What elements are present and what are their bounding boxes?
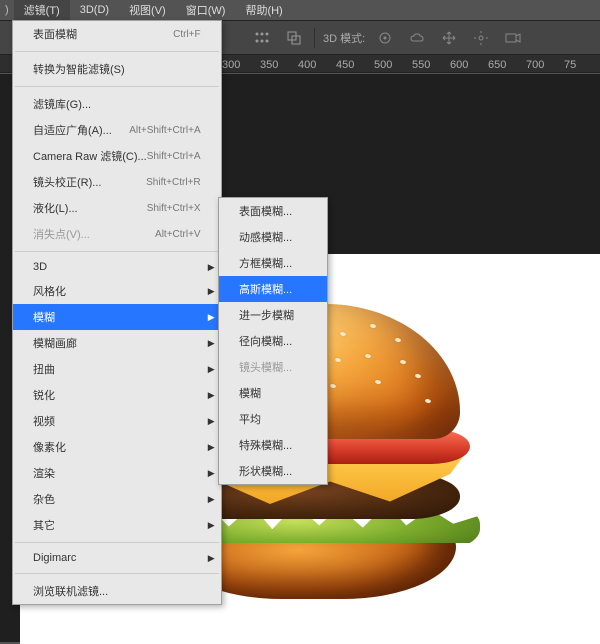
menu-liquify[interactable]: 液化(L)...Shift+Ctrl+X bbox=[13, 195, 221, 221]
menu-noise-sub[interactable]: 杂色▶ bbox=[13, 486, 221, 512]
submenu-gaussian-blur[interactable]: 高斯模糊... bbox=[219, 276, 327, 302]
menu-last-filter[interactable]: 表面模糊Ctrl+F bbox=[13, 21, 221, 47]
menu-sharpen-sub[interactable]: 锐化▶ bbox=[13, 382, 221, 408]
menu-distort-sub[interactable]: 扭曲▶ bbox=[13, 356, 221, 382]
scale-icon[interactable] bbox=[469, 26, 493, 50]
menu-vanishing-point[interactable]: 消失点(V)...Alt+Ctrl+V bbox=[13, 221, 221, 247]
cloud-icon[interactable] bbox=[405, 26, 429, 50]
submenu-surface-blur[interactable]: 表面模糊... bbox=[219, 198, 327, 224]
overlap-icon[interactable] bbox=[282, 26, 306, 50]
submenu-box-blur[interactable]: 方框模糊... bbox=[219, 250, 327, 276]
menu-other-sub[interactable]: 其它▶ bbox=[13, 512, 221, 538]
menu-lens-correction[interactable]: 镜头校正(R)...Shift+Ctrl+R bbox=[13, 169, 221, 195]
menu-blur-gallery-sub[interactable]: 模糊画廊▶ bbox=[13, 330, 221, 356]
menu-bar: ) 滤镜(T) 3D(D) 视图(V) 窗口(W) 帮助(H) bbox=[0, 0, 600, 20]
dots-icon[interactable] bbox=[250, 26, 274, 50]
menu-video-sub[interactable]: 视频▶ bbox=[13, 408, 221, 434]
submenu-shape-blur[interactable]: 形状模糊... bbox=[219, 458, 327, 484]
menu-blur-sub[interactable]: 模糊▶ bbox=[13, 304, 221, 330]
filter-menu: 表面模糊Ctrl+F 转换为智能滤镜(S) 滤镜库(G)... 自适应广角(A)… bbox=[12, 20, 222, 605]
menu-stylize-sub[interactable]: 风格化▶ bbox=[13, 278, 221, 304]
blur-submenu: 表面模糊... 动感模糊... 方框模糊... 高斯模糊... 进一步模糊 径向… bbox=[218, 197, 328, 485]
menu-digimarc-sub[interactable]: Digimarc▶ bbox=[13, 547, 221, 569]
mode-label: 3D 模式: bbox=[323, 30, 365, 46]
menu-adaptive-wide[interactable]: 自适应广角(A)...Alt+Shift+Ctrl+A bbox=[13, 117, 221, 143]
menu-filter-gallery[interactable]: 滤镜库(G)... bbox=[13, 91, 221, 117]
menu-view[interactable]: 视图(V) bbox=[119, 0, 176, 20]
menu-pixelate-sub[interactable]: 像素化▶ bbox=[13, 434, 221, 460]
move-icon[interactable] bbox=[437, 26, 461, 50]
menu-filter[interactable]: 滤镜(T) bbox=[14, 0, 70, 20]
orbit-icon[interactable] bbox=[373, 26, 397, 50]
submenu-smart-blur[interactable]: 特殊模糊... bbox=[219, 432, 327, 458]
submenu-radial-blur[interactable]: 径向模糊... bbox=[219, 328, 327, 354]
submenu-blur[interactable]: 模糊 bbox=[219, 380, 327, 406]
menu-3d-sub[interactable]: 3D▶ bbox=[13, 256, 221, 278]
submenu-blur-more[interactable]: 进一步模糊 bbox=[219, 302, 327, 328]
menu-window[interactable]: 窗口(W) bbox=[176, 0, 236, 20]
submenu-motion-blur[interactable]: 动感模糊... bbox=[219, 224, 327, 250]
menu-3d[interactable]: 3D(D) bbox=[70, 2, 119, 18]
submenu-lens-blur[interactable]: 镜头模糊... bbox=[219, 354, 327, 380]
menu-camera-raw[interactable]: Camera Raw 滤镜(C)...Shift+Ctrl+A bbox=[13, 143, 221, 169]
menu-help[interactable]: 帮助(H) bbox=[235, 0, 292, 20]
menu-render-sub[interactable]: 渲染▶ bbox=[13, 460, 221, 486]
menu-browse-online[interactable]: 浏览联机滤镜... bbox=[13, 578, 221, 604]
menu-convert-smart[interactable]: 转换为智能滤镜(S) bbox=[13, 56, 221, 82]
submenu-average[interactable]: 平均 bbox=[219, 406, 327, 432]
camera-icon[interactable] bbox=[501, 26, 525, 50]
